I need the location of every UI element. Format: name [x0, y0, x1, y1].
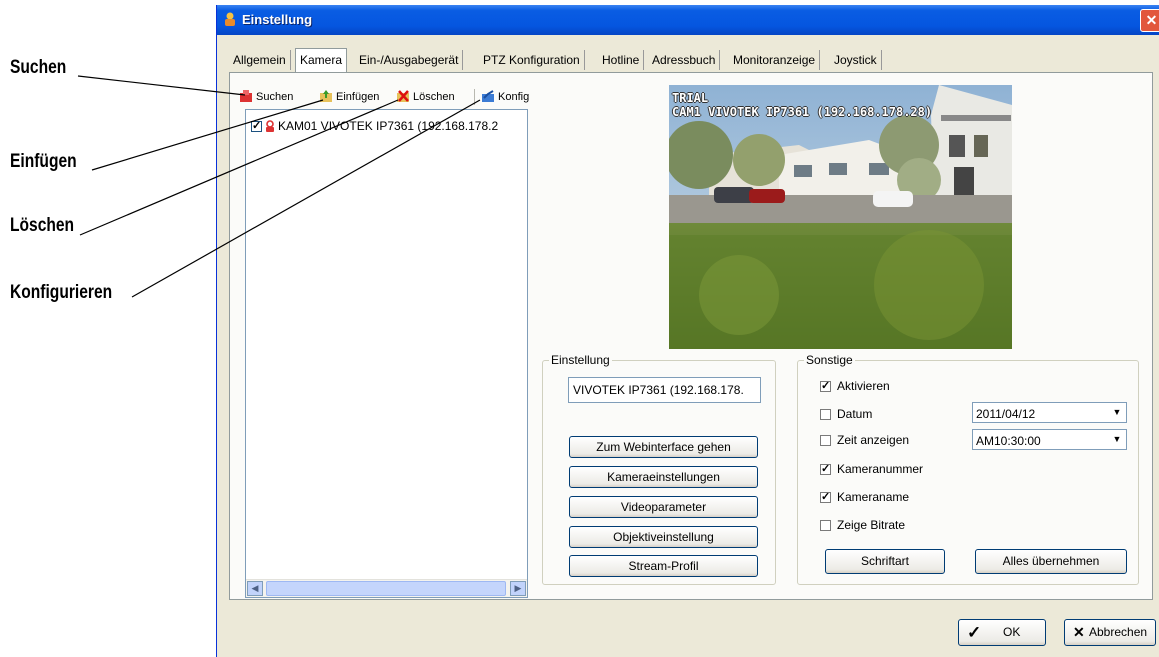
- settings-group-legend: Einstellung: [549, 353, 612, 367]
- bitrate-label: Zeige Bitrate: [837, 518, 906, 532]
- chevron-down-icon[interactable]: ▼: [1109, 431, 1125, 448]
- tab-hotline[interactable]: Hotline: [598, 50, 645, 70]
- list-item[interactable]: KAM01 VIVOTEK IP7361 (192.168.178.2: [251, 119, 498, 133]
- scroll-thumb[interactable]: [266, 581, 506, 596]
- app-icon: [225, 12, 235, 26]
- scroll-left-icon[interactable]: ◀: [247, 581, 263, 596]
- time-format-value: AM10:30:00: [976, 434, 1041, 448]
- bitrate-checkbox[interactable]: [820, 519, 831, 531]
- camera-name-checkbox[interactable]: [820, 490, 831, 503]
- callout-loeschen: Löschen: [10, 215, 75, 236]
- config-icon: [481, 90, 496, 103]
- activate-label: Aktivieren: [837, 379, 890, 393]
- activate-checkbox[interactable]: [820, 379, 831, 392]
- title-bar: Einstellung ✕: [217, 5, 1159, 35]
- chevron-down-icon[interactable]: ▼: [1109, 404, 1125, 421]
- date-checkbox-row[interactable]: Datum: [820, 407, 872, 421]
- time-checkbox[interactable]: [820, 434, 831, 446]
- camera-number-label: Kameranummer: [837, 462, 924, 476]
- search-button[interactable]: Suchen: [239, 90, 293, 103]
- bitrate-checkbox-row[interactable]: Zeige Bitrate: [820, 518, 905, 532]
- window-title: Einstellung: [242, 12, 313, 27]
- settings-dialog: Einstellung ✕ Allgemein Kamera Ein-/Ausg…: [216, 5, 1159, 657]
- date-format-value: 2011/04/12: [976, 407, 1036, 421]
- camera-number-checkbox[interactable]: [820, 462, 831, 475]
- close-button[interactable]: ✕: [1140, 9, 1159, 32]
- tab-allgemein[interactable]: Allgemein: [229, 50, 291, 70]
- camera-preview: TRIAL CAM1 VIVOTEK IP7361 (192.168.178.2…: [669, 85, 1012, 349]
- ok-label: OK: [1003, 625, 1021, 639]
- camera-settings-button[interactable]: Kameraeinstellungen: [569, 466, 758, 488]
- delete-icon: [396, 90, 411, 103]
- search-icon: [239, 90, 254, 103]
- callout-suchen: Suchen: [10, 57, 67, 78]
- tab-adressbuch[interactable]: Adressbuch: [648, 50, 721, 70]
- activate-checkbox-row[interactable]: Aktivieren: [820, 379, 890, 393]
- osd-camera-text: CAM1 VIVOTEK IP7361 (192.168.178.28): [672, 105, 933, 119]
- cancel-label: Abbrechen: [1089, 625, 1148, 639]
- insert-icon: [319, 90, 334, 103]
- toolbar-separator: [474, 89, 475, 105]
- cancel-button[interactable]: ✕ Abbrechen: [1064, 619, 1156, 646]
- callout-konfigurieren: Konfigurieren: [10, 282, 113, 303]
- camera-name-checkbox-row[interactable]: Kameraname: [820, 490, 909, 504]
- insert-button[interactable]: Einfügen: [319, 90, 379, 103]
- stream-profile-button[interactable]: Stream-Profil: [569, 555, 758, 577]
- video-parameters-button[interactable]: Videoparameter: [569, 496, 758, 518]
- preview-image: [669, 85, 1012, 349]
- delete-button[interactable]: Löschen: [396, 90, 455, 103]
- other-group-legend: Sonstige: [804, 353, 855, 367]
- camera-icon: [264, 119, 276, 133]
- time-checkbox-row[interactable]: Zeit anzeigen: [820, 433, 909, 447]
- tab-kamera[interactable]: Kamera: [295, 48, 348, 72]
- tab-monitoranzeige[interactable]: Monitoranzeige: [729, 50, 821, 70]
- font-button[interactable]: Schriftart: [825, 549, 945, 574]
- apply-all-button[interactable]: Alles übernehmen: [975, 549, 1127, 574]
- camera-label: KAM01 VIVOTEK IP7361 (192.168.178.2: [278, 119, 499, 133]
- date-label: Datum: [837, 407, 873, 421]
- time-format-select[interactable]: AM10:30:00 ▼: [972, 429, 1127, 450]
- ok-button[interactable]: ✓ OK: [958, 619, 1046, 646]
- camera-name-input[interactable]: VIVOTEK IP7361 (192.168.178.: [568, 377, 761, 403]
- tab-joystick[interactable]: Joystick: [830, 50, 882, 70]
- insert-label: Einfügen: [336, 90, 380, 103]
- horizontal-scrollbar[interactable]: ◀ ▶: [246, 579, 527, 597]
- camera-name-label: Kameraname: [837, 490, 910, 504]
- camera-checkbox[interactable]: [251, 119, 262, 132]
- camera-number-checkbox-row[interactable]: Kameranummer: [820, 462, 923, 476]
- date-format-select[interactable]: 2011/04/12 ▼: [972, 402, 1127, 423]
- x-icon: ✕: [1073, 624, 1085, 640]
- osd-trial-text: TRIAL: [672, 91, 709, 105]
- time-label: Zeit anzeigen: [837, 433, 910, 447]
- delete-label: Löschen: [413, 90, 455, 103]
- scroll-right-icon[interactable]: ▶: [510, 581, 526, 596]
- callout-einfuegen: Einfügen: [10, 151, 77, 172]
- check-icon: ✓: [967, 623, 982, 642]
- config-label: Konfig: [498, 90, 530, 103]
- date-checkbox[interactable]: [820, 408, 831, 420]
- tab-ein-ausgabegeraet[interactable]: Ein-/Ausgabegerät: [355, 50, 464, 70]
- search-label: Suchen: [256, 90, 294, 103]
- tab-ptz-konfiguration[interactable]: PTZ Konfiguration: [479, 50, 585, 70]
- camera-list[interactable]: KAM01 VIVOTEK IP7361 (192.168.178.2 ◀ ▶: [245, 109, 528, 598]
- lens-settings-button[interactable]: Objektiveinstellung: [569, 526, 758, 548]
- config-button[interactable]: Konfig: [481, 90, 529, 103]
- webinterface-button[interactable]: Zum Webinterface gehen: [569, 436, 758, 458]
